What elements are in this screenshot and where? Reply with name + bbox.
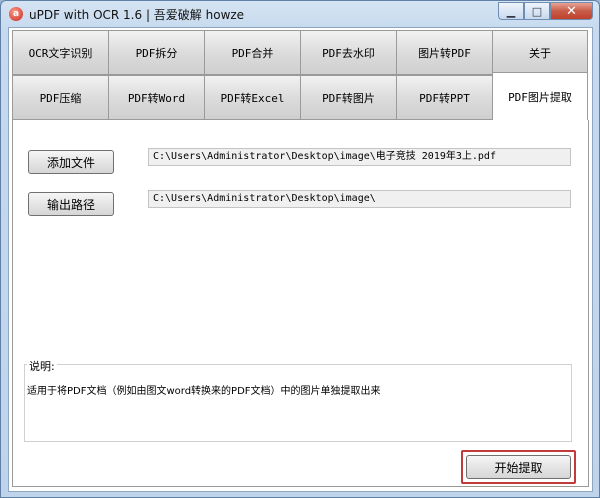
add-file-button[interactable]: 添加文件 <box>28 150 114 174</box>
description-text: 适用于将PDF文档（例如由图文word转换来的PDF文档）中的图片单独提取出来 <box>27 386 381 397</box>
tab-pdf-to-excel[interactable]: PDF转Excel <box>204 75 300 120</box>
tab-ocr[interactable]: OCR文字识别 <box>12 30 108 75</box>
tab-panel-image-extract: 添加文件 C:\Users\Administrator\Desktop\imag… <box>12 120 589 487</box>
tab-pdf-to-word[interactable]: PDF转Word <box>108 75 204 120</box>
output-path-button[interactable]: 输出路径 <box>28 192 114 216</box>
minimize-button[interactable]: ▁ <box>498 2 524 20</box>
tab-pdf-watermark[interactable]: PDF去水印 <box>300 30 396 75</box>
tab-row-1: OCR文字识别 PDF拆分 PDF合并 PDF去水印 图片转PDF 关于 <box>12 30 588 75</box>
start-button-highlight: 开始提取 <box>461 450 576 484</box>
app-icon: a <box>9 7 23 21</box>
title-bar[interactable]: a uPDF with OCR 1.6 | 吾爱破解 howze ▁ □ ✕ <box>1 1 599 27</box>
tab-pdf-merge[interactable]: PDF合并 <box>204 30 300 75</box>
input-file-path[interactable]: C:\Users\Administrator\Desktop\image\电子竞… <box>148 148 571 166</box>
close-icon: ✕ <box>566 3 577 19</box>
tab-pdf-image-extract[interactable]: PDF图片提取 <box>492 72 588 120</box>
tab-pdf-compress[interactable]: PDF压缩 <box>12 75 108 120</box>
tab-row-2: PDF压缩 PDF转Word PDF转Excel PDF转图片 PDF转PPT … <box>12 72 588 120</box>
close-button[interactable]: ✕ <box>550 2 593 20</box>
window-title: uPDF with OCR 1.6 | 吾爱破解 howze <box>29 8 245 22</box>
maximize-button[interactable]: □ <box>524 2 550 20</box>
tab-pdf-to-image[interactable]: PDF转图片 <box>300 75 396 120</box>
output-path-field[interactable]: C:\Users\Administrator\Desktop\image\ <box>148 190 571 208</box>
description-box <box>24 364 572 442</box>
caption-buttons: ▁ □ ✕ <box>498 2 593 21</box>
tab-pdf-split[interactable]: PDF拆分 <box>108 30 204 75</box>
tab-pdf-to-ppt[interactable]: PDF转PPT <box>396 75 492 120</box>
client-area: OCR文字识别 PDF拆分 PDF合并 PDF去水印 图片转PDF 关于 PDF… <box>8 27 593 492</box>
app-window: a uPDF with OCR 1.6 | 吾爱破解 howze ▁ □ ✕ O… <box>0 0 600 498</box>
tab-image-to-pdf[interactable]: 图片转PDF <box>396 30 492 75</box>
tab-about[interactable]: 关于 <box>492 30 588 75</box>
start-extract-button[interactable]: 开始提取 <box>466 455 571 479</box>
maximize-icon: □ <box>531 4 543 18</box>
description-label: 说明: <box>27 358 57 374</box>
minimize-icon: ▁ <box>506 4 516 18</box>
